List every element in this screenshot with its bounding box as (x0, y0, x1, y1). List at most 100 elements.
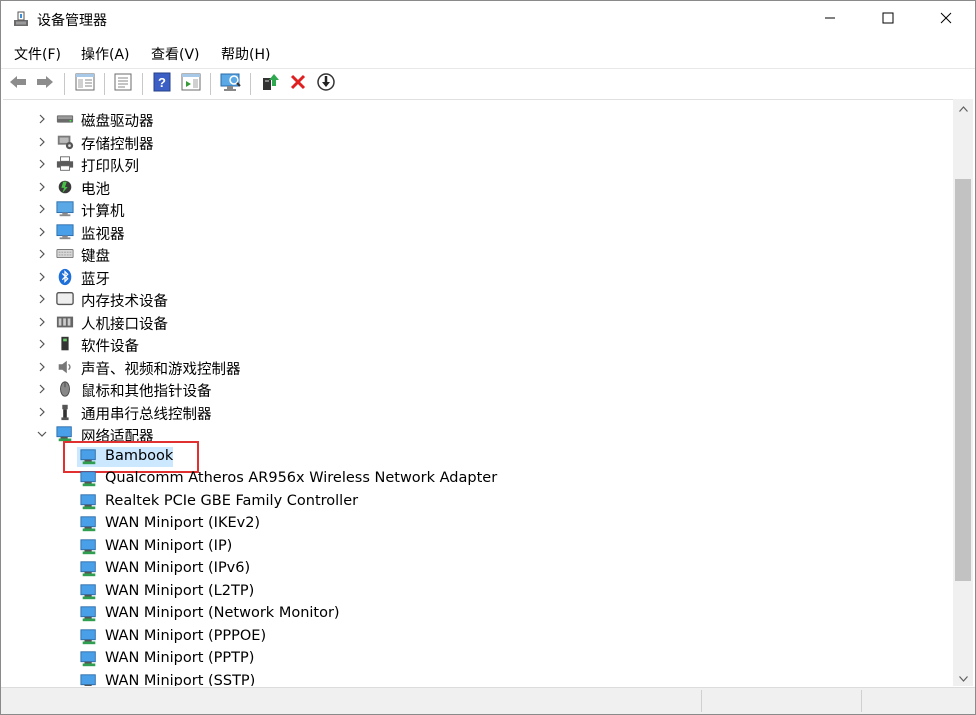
chevron-right-icon[interactable] (34, 131, 50, 153)
chevron-right-icon[interactable] (34, 198, 50, 220)
network-adapter-icon (79, 515, 99, 533)
network-adapter-row[interactable]: WAN Miniport (SSTP) (3, 671, 953, 687)
properties-button[interactable] (112, 73, 134, 95)
scroll-up-button[interactable] (953, 99, 973, 116)
network-adapter-row[interactable]: WAN Miniport (PPPOE) (3, 626, 953, 648)
network-adapter-label: Realtek PCIe GBE Family Controller (105, 492, 359, 509)
tree-category-row[interactable]: 键盘 (3, 243, 953, 265)
chevron-right-icon[interactable] (34, 311, 50, 333)
menu-view[interactable]: 查看(V) (151, 44, 200, 64)
disable-device-button[interactable] (315, 73, 337, 95)
chevron-right-icon[interactable] (34, 333, 50, 355)
title-bar[interactable]: 设备管理器 (1, 1, 975, 39)
tree-category-label: 声音、视频和游戏控制器 (81, 361, 241, 378)
tree-category-row[interactable]: 人机接口设备 (3, 311, 953, 333)
network-adapter-row[interactable]: WAN Miniport (IP) (3, 536, 953, 558)
tree-category-label: 通用串行总线控制器 (81, 406, 212, 423)
network-adapter-row[interactable]: WAN Miniport (PPTP) (3, 648, 953, 670)
network-adapter-label: WAN Miniport (L2TP) (105, 582, 255, 599)
chevron-right-icon[interactable] (34, 176, 50, 198)
tree-category-row[interactable]: 打印队列 (3, 153, 953, 175)
tree-category-row[interactable]: 计算机 (3, 198, 953, 220)
minimize-icon (824, 12, 836, 28)
device-tree[interactable]: 磁盘驱动器 存储控制器 打印队列 电池 计算机监视器键盘 蓝牙 内存技术设备人机接口设备 软件… (3, 99, 953, 686)
tree-category-row[interactable]: 声音、视频和游戏控制器 (3, 356, 953, 378)
chevron-down-icon[interactable] (34, 423, 50, 445)
chevron-right-icon[interactable] (34, 401, 50, 423)
network-adapter-label: WAN Miniport (IKEv2) (105, 515, 261, 531)
network-adapter-icon (79, 538, 99, 556)
toolbar-separator (210, 73, 211, 95)
update-driver-icon (260, 72, 280, 96)
minimize-button[interactable] (801, 1, 859, 39)
network-adapter-row[interactable]: Realtek PCIe GBE Family Controller (3, 491, 953, 513)
network-adapter-row[interactable]: Bambook (3, 440, 953, 473)
help-icon: ? (153, 72, 171, 96)
close-icon (940, 12, 952, 28)
tree-category-label: 软件设备 (81, 339, 139, 355)
chevron-right-icon[interactable] (34, 108, 50, 130)
mouse-icon (55, 380, 75, 398)
tree-category-label: 人机接口设备 (81, 316, 168, 333)
tree-category-row[interactable]: 磁盘驱动器 (3, 108, 953, 130)
tree-category-label: 磁盘驱动器 (81, 114, 154, 130)
network-adapter-row[interactable]: WAN Miniport (IPv6) (3, 558, 953, 580)
chevron-right-icon[interactable] (34, 356, 50, 378)
network-adapter-label: WAN Miniport (IPv6) (105, 560, 251, 576)
tree-category-row[interactable]: 通用串行总线控制器 (3, 401, 953, 423)
network-adapter-row[interactable]: Qualcomm Atheros AR956x Wireless Network… (3, 468, 953, 490)
chevron-right-icon[interactable] (34, 153, 50, 175)
scan-hardware-changes-button[interactable] (220, 73, 242, 95)
maximize-button[interactable] (859, 1, 917, 39)
update-driver-button[interactable] (259, 73, 281, 95)
scroll-down-arrow-icon (958, 670, 968, 686)
chevron-right-icon[interactable] (34, 288, 50, 310)
forward-button[interactable] (34, 73, 56, 95)
menu-bar: 文件(F) 操作(A) 查看(V) 帮助(H) (1, 39, 975, 67)
network-adapter-row[interactable]: WAN Miniport (IKEv2) (3, 513, 953, 535)
uninstall-device-icon (289, 73, 307, 95)
help-button[interactable]: ? (151, 72, 173, 96)
tree-category-label: 监视器 (81, 226, 125, 243)
show-hide-console-tree-icon (75, 73, 95, 95)
show-hide-console-tree-button[interactable] (74, 73, 96, 95)
menu-help[interactable]: 帮助(H) (221, 44, 270, 64)
network-adapter-label: WAN Miniport (Network Monitor) (105, 605, 340, 621)
scroll-down-button[interactable] (953, 669, 973, 686)
tree-category-row[interactable]: 存储控制器 (3, 131, 953, 153)
chevron-right-icon[interactable] (34, 243, 50, 265)
tree-category-row[interactable]: 蓝牙 (3, 266, 953, 288)
usb-icon (55, 403, 75, 421)
menu-action[interactable]: 操作(A) (81, 44, 130, 64)
vertical-scrollbar[interactable] (953, 99, 973, 686)
tree-category-row[interactable]: 电池 (3, 176, 953, 198)
uninstall-device-button[interactable] (287, 73, 309, 95)
tree-category-row[interactable]: 软件设备 (3, 333, 953, 355)
forward-arrow-icon (35, 74, 55, 94)
back-button[interactable] (7, 73, 29, 95)
network-adapter-label: WAN Miniport (PPTP) (105, 650, 255, 666)
chevron-right-icon[interactable] (34, 378, 50, 400)
chevron-right-icon[interactable] (34, 266, 50, 288)
action-pane-button[interactable] (180, 73, 202, 95)
network-adapter-icon (79, 605, 99, 623)
network-adapter-row[interactable]: WAN Miniport (Network Monitor) (3, 603, 953, 625)
toolbar: ? (1, 68, 975, 99)
status-pane (861, 690, 975, 712)
tree-category-row[interactable]: 鼠标和其他指针设备 (3, 378, 953, 400)
menu-file[interactable]: 文件(F) (14, 44, 61, 64)
tree-category-label: 键盘 (81, 249, 110, 265)
network-adapter-label: WAN Miniport (SSTP) (105, 672, 256, 687)
computer-icon (55, 200, 75, 218)
network-adapter-label: Qualcomm Atheros AR956x Wireless Network… (105, 470, 498, 486)
scroll-thumb[interactable] (955, 179, 971, 581)
tree-category-row[interactable]: 内存技术设备 (3, 288, 953, 310)
scan-hardware-changes-icon (220, 72, 242, 96)
disk-drive-icon (55, 110, 75, 128)
network-adapter-row[interactable]: WAN Miniport (L2TP) (3, 581, 953, 603)
window-title: 设备管理器 (37, 13, 107, 29)
tree-category-row[interactable]: 监视器 (3, 221, 953, 243)
network-adapter-label: WAN Miniport (PPPOE) (105, 627, 267, 644)
close-button[interactable] (917, 1, 975, 39)
chevron-right-icon[interactable] (34, 221, 50, 243)
